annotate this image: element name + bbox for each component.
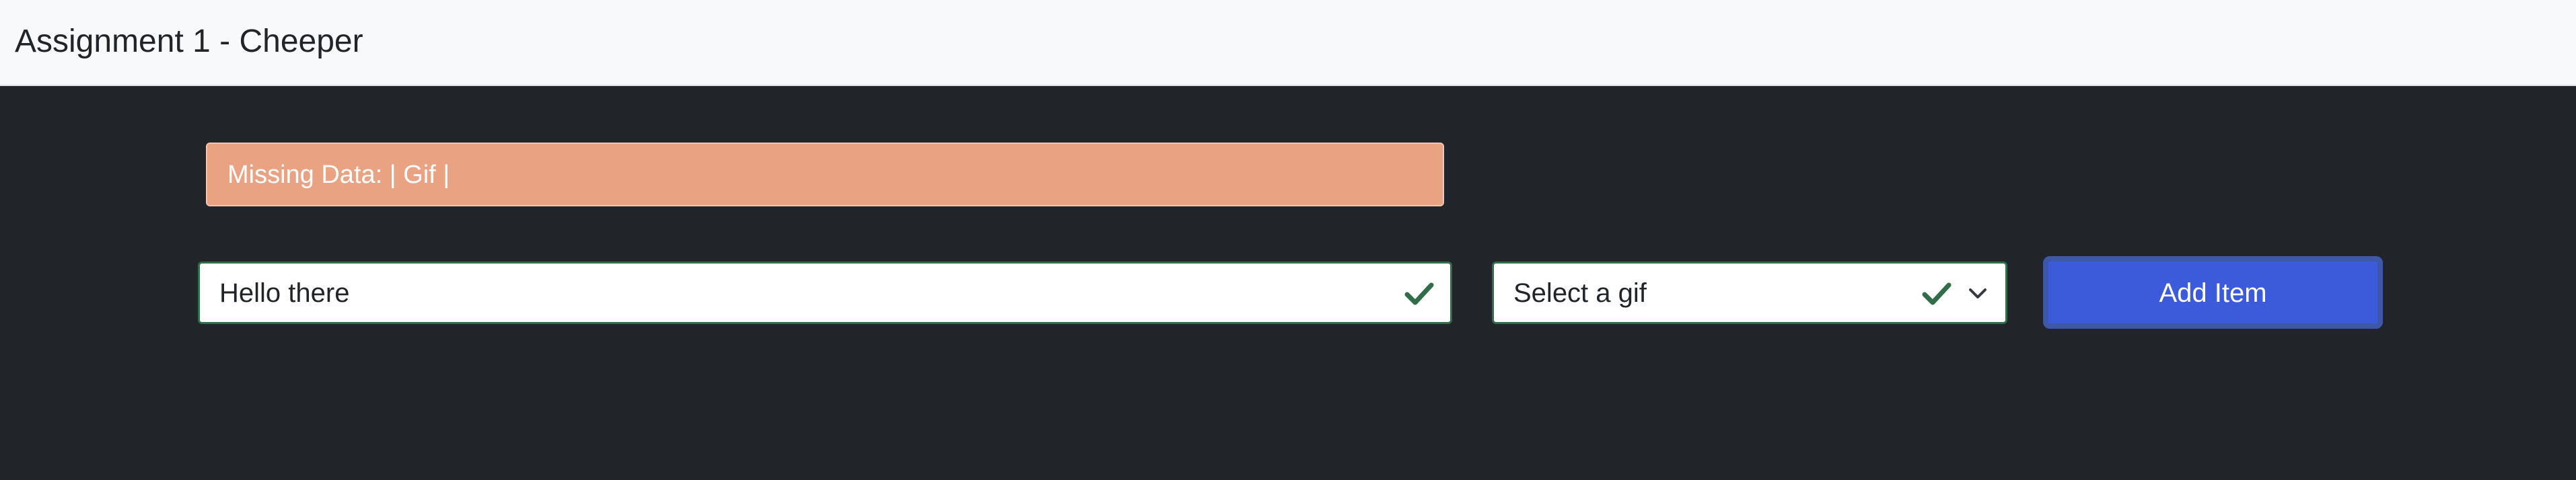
gif-select-value: Select a gif bbox=[1513, 278, 1647, 308]
add-item-button[interactable]: Add Item bbox=[2043, 256, 2383, 329]
check-icon bbox=[1404, 281, 1434, 307]
page-title[interactable]: Assignment 1 - Cheeper bbox=[15, 20, 363, 63]
missing-data-alert: Missing Data: | Gif | bbox=[206, 143, 1444, 206]
message-input[interactable]: Hello there bbox=[198, 262, 1452, 324]
alert-message: Missing Data: | Gif | bbox=[227, 161, 450, 189]
check-icon bbox=[1922, 281, 1952, 307]
message-input-value: Hello there bbox=[219, 278, 350, 308]
add-item-label: Add Item bbox=[2159, 278, 2267, 308]
gif-select[interactable]: Select a gif bbox=[1492, 262, 2007, 324]
chevron-down-icon bbox=[1968, 286, 1988, 302]
navbar: Assignment 1 - Cheeper bbox=[0, 0, 2576, 86]
